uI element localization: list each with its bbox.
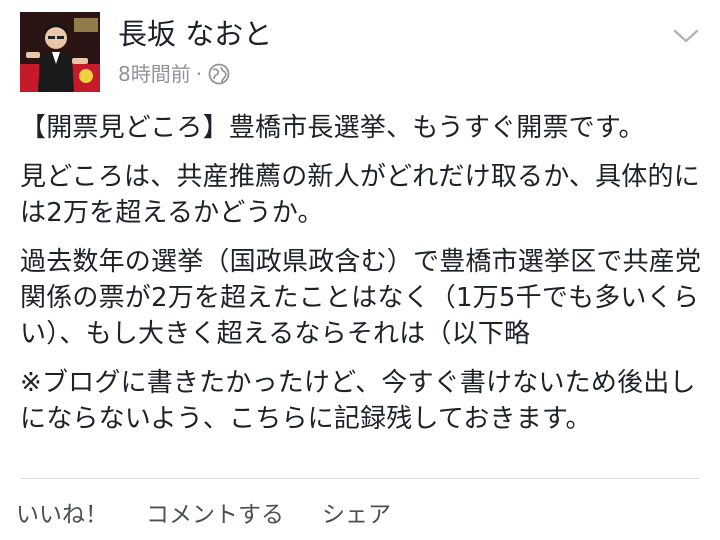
post-body: 【開票見どころ】豊橋市長選挙、もうすぐ開票です。 見どころは、共産推薦の新人がど… xyxy=(20,110,710,450)
like-button[interactable]: いいね！ xyxy=(16,495,108,529)
chevron-down-icon[interactable] xyxy=(672,26,700,46)
avatar[interactable] xyxy=(20,12,100,92)
author-name[interactable]: 長坂 なおと xyxy=(118,14,272,54)
post-paragraph: 見どころは、共産推薦の新人がどれだけ取るか、具体的には2万を超えるかどうか。 xyxy=(20,162,700,228)
post-actions: いいね！ コメントする シェア xyxy=(16,492,429,532)
post-paragraph: ※ブログに書きたかったけど、今すぐ書けないため後出しにならないよう、こちらに記録… xyxy=(20,368,696,434)
post-header: 長坂 なおと 8時間前 · xyxy=(20,12,700,92)
actions-divider xyxy=(20,478,700,479)
avatar-photo xyxy=(20,12,100,92)
post-timestamp[interactable]: 8時間前 xyxy=(118,60,191,88)
post-paragraph: 【開票見どころ】豊橋市長選挙、もうすぐ開票です。 xyxy=(20,113,645,143)
comment-button[interactable]: コメントする xyxy=(146,495,284,529)
post-paragraph: 過去数年の選挙（国政県政含む）で豊橋市選挙区で共産党関係の票が2万を超えたことは… xyxy=(20,247,702,349)
globe-icon[interactable] xyxy=(208,63,230,85)
post-meta: 8時間前 · xyxy=(118,60,230,88)
share-button[interactable]: シェア xyxy=(322,495,391,529)
meta-separator: · xyxy=(195,62,203,86)
